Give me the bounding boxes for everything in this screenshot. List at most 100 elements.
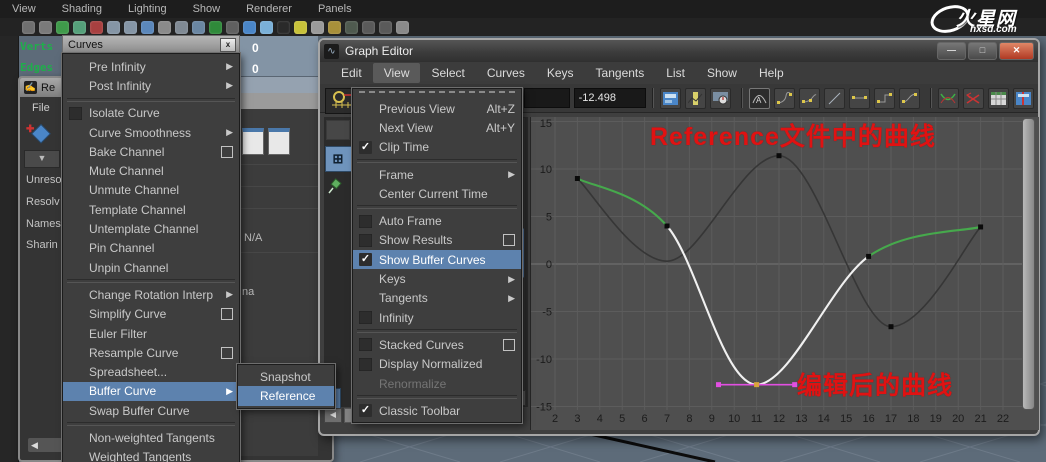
- menu-item-unpin-channel[interactable]: Unpin Channel: [63, 258, 239, 277]
- plateau-tangent-icon[interactable]: [899, 88, 920, 109]
- menu-item-display-normalized[interactable]: Display Normalized: [353, 355, 521, 374]
- poly-count-icon[interactable]: [56, 21, 69, 34]
- menu-item-euler-filter[interactable]: Euler Filter: [63, 324, 239, 343]
- cube-outline-icon[interactable]: [362, 21, 375, 34]
- option-box-icon[interactable]: [221, 347, 233, 359]
- envelope-icon[interactable]: [175, 21, 188, 34]
- maya-menu-lighting[interactable]: Lighting: [128, 3, 167, 15]
- menu-item-non-weighted-tangents[interactable]: Non-weighted Tangents: [63, 428, 239, 447]
- scroll-left-icon[interactable]: ◀: [324, 408, 342, 423]
- menu-item-previous-view[interactable]: Previous ViewAlt+Z: [353, 99, 521, 118]
- frame-all-icon[interactable]: [1013, 88, 1034, 109]
- pin-icon[interactable]: [328, 178, 344, 199]
- time-field[interactable]: [524, 88, 570, 108]
- graph-editor-titlebar[interactable]: ∿ Graph Editor — □ ✕: [320, 40, 1038, 63]
- menu-item-weighted-tangents[interactable]: Weighted Tangents: [63, 448, 239, 462]
- spline-tangent-icon[interactable]: [774, 88, 795, 109]
- wire-cube-icon[interactable]: [226, 21, 239, 34]
- value-field[interactable]: -12.498: [574, 88, 646, 108]
- yellow-sphere-icon[interactable]: [294, 21, 307, 34]
- menu-item-template-channel[interactable]: Template Channel: [63, 200, 239, 219]
- ge-menu-select[interactable]: Select: [420, 63, 475, 83]
- reference-doc-icon[interactable]: [242, 128, 264, 155]
- menu-item-tangents[interactable]: Tangents▶: [353, 289, 521, 308]
- maya-menu-shading[interactable]: Shading: [62, 3, 102, 15]
- flat-tangent-icon[interactable]: [849, 88, 870, 109]
- menu-item-spreadsheet[interactable]: Spreadsheet...: [63, 362, 239, 381]
- menu-item-pre-infinity[interactable]: Pre Infinity▶: [63, 57, 239, 76]
- option-box-icon[interactable]: [221, 308, 233, 320]
- menu-item-buffer-curve[interactable]: Buffer Curve▶: [63, 382, 239, 401]
- time-snap-icon[interactable]: [710, 88, 731, 109]
- checker-sphere-icon[interactable]: [277, 21, 290, 34]
- clamped-tangent-icon[interactable]: [799, 88, 820, 109]
- menu-item-show-results[interactable]: Show Results: [353, 231, 521, 250]
- menu-item-keys[interactable]: Keys▶: [353, 269, 521, 288]
- menu-item-pin-channel[interactable]: Pin Channel: [63, 239, 239, 258]
- sphere-icon[interactable]: [141, 21, 154, 34]
- swap-buffer-icon[interactable]: [963, 88, 984, 109]
- marquee-select-icon[interactable]: [345, 21, 358, 34]
- menu-item-unmute-channel[interactable]: Unmute Channel: [63, 181, 239, 200]
- ge-menu-curves[interactable]: Curves: [476, 63, 536, 83]
- blue-cube-icon[interactable]: [243, 21, 256, 34]
- auto-tangent-icon[interactable]: A: [749, 88, 770, 109]
- menu-item-frame[interactable]: Frame▶: [353, 165, 521, 184]
- menu-item-show-buffer-curves[interactable]: ✓Show Buffer Curves: [353, 250, 521, 269]
- ge-menu-edit[interactable]: Edit: [330, 63, 373, 83]
- graph-vscrollbar[interactable]: [1022, 118, 1035, 410]
- pivot-snap-icon[interactable]: [90, 21, 103, 34]
- roof-surface-icon[interactable]: [107, 21, 120, 34]
- linear-tangent-icon[interactable]: [824, 88, 845, 109]
- minimize-button[interactable]: —: [937, 42, 966, 60]
- camera-settings-icon[interactable]: [39, 21, 52, 34]
- menu-item-change-rotation-interp[interactable]: Change Rotation Interp▶: [63, 285, 239, 304]
- menu-item-untemplate-channel[interactable]: Untemplate Channel: [63, 219, 239, 238]
- duplicate-icon[interactable]: [379, 21, 392, 34]
- movie-icon[interactable]: [192, 21, 205, 34]
- maya-menu-renderer[interactable]: Renderer: [246, 3, 292, 15]
- menu-item-curve-smoothness[interactable]: Curve Smoothness▶: [63, 123, 239, 142]
- ge-menu-list[interactable]: List: [655, 63, 696, 83]
- step-tangent-icon[interactable]: [874, 88, 895, 109]
- maya-menu-panels[interactable]: Panels: [318, 3, 352, 15]
- spreadsheet-icon[interactable]: [988, 88, 1009, 109]
- text-tool-icon[interactable]: [209, 21, 222, 34]
- gold-sphere-icon[interactable]: [328, 21, 341, 34]
- gray-sphere-icon[interactable]: [311, 21, 324, 34]
- reference-doc2-icon[interactable]: [268, 128, 290, 155]
- reference-filter-dropdown[interactable]: ▼: [24, 150, 60, 168]
- menu-item-infinity[interactable]: Infinity: [353, 308, 521, 327]
- share-nodes-icon[interactable]: [396, 21, 409, 34]
- graph-plot-area[interactable]: 151050-5-10-1523456789101112131415161718…: [530, 117, 1039, 430]
- expand-all-icon[interactable]: ⊞: [333, 151, 344, 167]
- menu-item-isolate-curve[interactable]: Isolate Curve: [63, 104, 239, 123]
- menu-item-swap-buffer-curve[interactable]: Swap Buffer Curve: [63, 401, 239, 420]
- close-button[interactable]: ✕: [999, 42, 1034, 60]
- maya-menu-view[interactable]: View: [12, 3, 36, 15]
- create-reference-icon[interactable]: ✚: [26, 122, 56, 144]
- snap-camera-icon[interactable]: [22, 21, 35, 34]
- maya-menu-show[interactable]: Show: [193, 3, 221, 15]
- ice-cube-icon[interactable]: [260, 21, 273, 34]
- menu-item-resample-curve[interactable]: Resample Curve: [63, 343, 239, 362]
- menu-item-next-view[interactable]: Next ViewAlt+Y: [353, 118, 521, 137]
- menu-item-auto-frame[interactable]: Auto Frame: [353, 211, 521, 230]
- option-box-icon[interactable]: [503, 234, 515, 246]
- menu-item-center-current-time[interactable]: Center Current Time: [353, 184, 521, 203]
- menu-item-bake-channel[interactable]: Bake Channel: [63, 142, 239, 161]
- ge-menu-keys[interactable]: Keys: [536, 63, 585, 83]
- center-current-time-icon[interactable]: [685, 88, 706, 109]
- curves-menu-titlebar[interactable]: Curves x: [62, 35, 240, 53]
- menu-item-clip-time[interactable]: ✓Clip Time: [353, 138, 521, 157]
- menu-item-stacked-curves[interactable]: Stacked Curves: [353, 335, 521, 354]
- menu-item-simplify-curve[interactable]: Simplify Curve: [63, 305, 239, 324]
- close-icon[interactable]: x: [220, 38, 236, 52]
- menu-item-mute-channel[interactable]: Mute Channel: [63, 161, 239, 180]
- frame-playback-range-icon[interactable]: [660, 88, 681, 109]
- smooth-curve-icon[interactable]: [73, 21, 86, 34]
- menu-item-snapshot[interactable]: Snapshot: [238, 367, 334, 386]
- dome-icon[interactable]: [158, 21, 171, 34]
- maximize-button[interactable]: □: [968, 42, 997, 60]
- ge-menu-help[interactable]: Help: [748, 63, 795, 83]
